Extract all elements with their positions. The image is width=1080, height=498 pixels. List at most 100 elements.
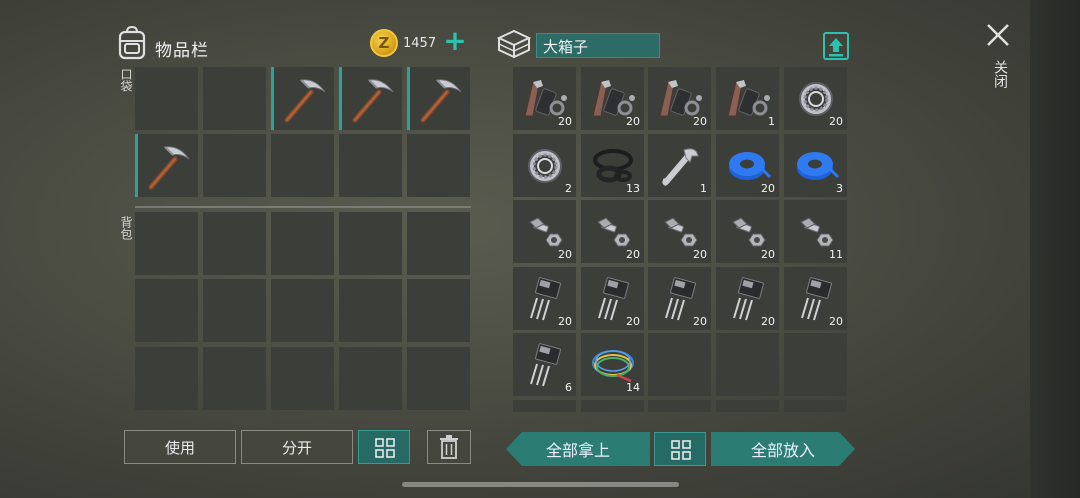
trash-icon	[440, 435, 458, 459]
item-quantity: 20	[558, 248, 572, 261]
empty-slot[interactable]	[203, 279, 266, 342]
empty-slot[interactable]	[648, 400, 711, 412]
empty-slot[interactable]	[271, 212, 334, 275]
empty-slot[interactable]	[339, 279, 402, 342]
item-quantity: 20	[693, 248, 707, 261]
empty-slot[interactable]	[339, 347, 402, 410]
empty-slot[interactable]: 20	[784, 67, 847, 130]
empty-slot[interactable]: 20	[513, 267, 576, 330]
pocket-label: 口袋	[119, 68, 133, 92]
item-quantity: 20	[761, 182, 775, 195]
item-quantity: 11	[829, 248, 843, 261]
container-name: 大箱子	[536, 33, 660, 58]
item-slot[interactable]	[271, 67, 334, 130]
item-slot[interactable]	[135, 134, 198, 197]
item-quantity: 3	[836, 182, 843, 195]
empty-slot[interactable]: 20	[716, 134, 779, 197]
empty-slot[interactable]: 20	[513, 200, 576, 263]
empty-slot[interactable]: 20	[716, 267, 779, 330]
empty-slot[interactable]	[407, 134, 470, 197]
section-divider	[135, 206, 471, 208]
grid-sort-icon	[671, 440, 691, 460]
empty-slot[interactable]	[203, 67, 266, 130]
empty-slot[interactable]	[135, 67, 198, 130]
close-label[interactable]: 关闭	[990, 60, 1010, 88]
empty-slot[interactable]	[135, 347, 198, 410]
item-quantity: 20	[693, 115, 707, 128]
empty-slot[interactable]	[407, 347, 470, 410]
empty-slot[interactable]	[203, 134, 266, 197]
item-quantity: 1	[700, 182, 707, 195]
empty-slot[interactable]: 20	[581, 67, 644, 130]
item-quantity: 20	[626, 115, 640, 128]
empty-slot[interactable]	[648, 333, 711, 396]
inventory-title: 物品栏	[155, 41, 209, 61]
empty-slot[interactable]: 1	[648, 134, 711, 197]
empty-slot[interactable]: 1	[716, 67, 779, 130]
empty-slot[interactable]: 20	[784, 267, 847, 330]
use-button[interactable]: 使用	[124, 430, 236, 464]
put-all-button[interactable]: 全部放入	[711, 432, 855, 466]
item-quantity: 20	[693, 315, 707, 328]
item-quantity: 6	[565, 381, 572, 394]
item-quantity: 20	[626, 248, 640, 261]
item-quantity: 20	[761, 248, 775, 261]
right-edge-strip	[1030, 0, 1080, 498]
empty-slot[interactable]	[271, 134, 334, 197]
close-icon[interactable]	[985, 22, 1011, 48]
backpack-icon	[118, 26, 146, 60]
empty-slot[interactable]: 2	[513, 134, 576, 197]
coin-icon: Z	[370, 29, 398, 57]
empty-slot[interactable]: 11	[784, 200, 847, 263]
empty-slot[interactable]	[716, 333, 779, 396]
empty-slot[interactable]	[407, 212, 470, 275]
split-button[interactable]: 分开	[241, 430, 353, 464]
empty-slot[interactable]	[784, 333, 847, 396]
empty-slot[interactable]	[716, 400, 779, 412]
empty-slot[interactable]: 14	[581, 333, 644, 396]
crate-icon	[497, 29, 531, 59]
empty-slot[interactable]	[339, 212, 402, 275]
empty-slot[interactable]: 20	[581, 200, 644, 263]
item-quantity: 20	[626, 315, 640, 328]
empty-slot[interactable]	[271, 279, 334, 342]
empty-slot[interactable]	[203, 212, 266, 275]
empty-slot[interactable]	[271, 347, 334, 410]
empty-slot[interactable]: 20	[581, 267, 644, 330]
empty-slot[interactable]: 13	[581, 134, 644, 197]
empty-slot[interactable]: 3	[784, 134, 847, 197]
trash-button[interactable]	[427, 430, 471, 464]
empty-slot[interactable]	[135, 212, 198, 275]
empty-slot[interactable]: 20	[648, 67, 711, 130]
home-indicator	[402, 482, 679, 487]
empty-slot[interactable]	[339, 134, 402, 197]
take-all-button[interactable]: 全部拿上	[506, 432, 650, 466]
add-coins-button[interactable]: +	[443, 27, 467, 55]
backpack-label: 背包	[119, 216, 133, 240]
empty-slot[interactable]	[203, 347, 266, 410]
empty-slot[interactable]	[135, 279, 198, 342]
empty-slot[interactable]: 20	[648, 267, 711, 330]
sort-inventory-button[interactable]	[358, 430, 410, 464]
upload-icon[interactable]	[823, 32, 849, 60]
item-quantity: 14	[626, 381, 640, 394]
item-quantity: 20	[558, 115, 572, 128]
item-slot[interactable]	[407, 67, 470, 130]
empty-slot[interactable]	[784, 400, 847, 412]
coin-count: 1457	[403, 36, 437, 51]
item-quantity: 13	[626, 182, 640, 195]
item-quantity: 20	[829, 115, 843, 128]
item-quantity: 20	[829, 315, 843, 328]
empty-slot[interactable]: 6	[513, 333, 576, 396]
sort-container-button[interactable]	[654, 432, 706, 466]
empty-slot[interactable]: 20	[648, 200, 711, 263]
item-quantity: 2	[565, 182, 572, 195]
empty-slot[interactable]: 20	[716, 200, 779, 263]
empty-slot[interactable]	[581, 400, 644, 412]
empty-slot[interactable]: 20	[513, 67, 576, 130]
empty-slot[interactable]	[513, 400, 576, 412]
item-quantity: 1	[768, 115, 775, 128]
item-slot[interactable]	[339, 67, 402, 130]
item-quantity: 20	[558, 315, 572, 328]
empty-slot[interactable]	[407, 279, 470, 342]
